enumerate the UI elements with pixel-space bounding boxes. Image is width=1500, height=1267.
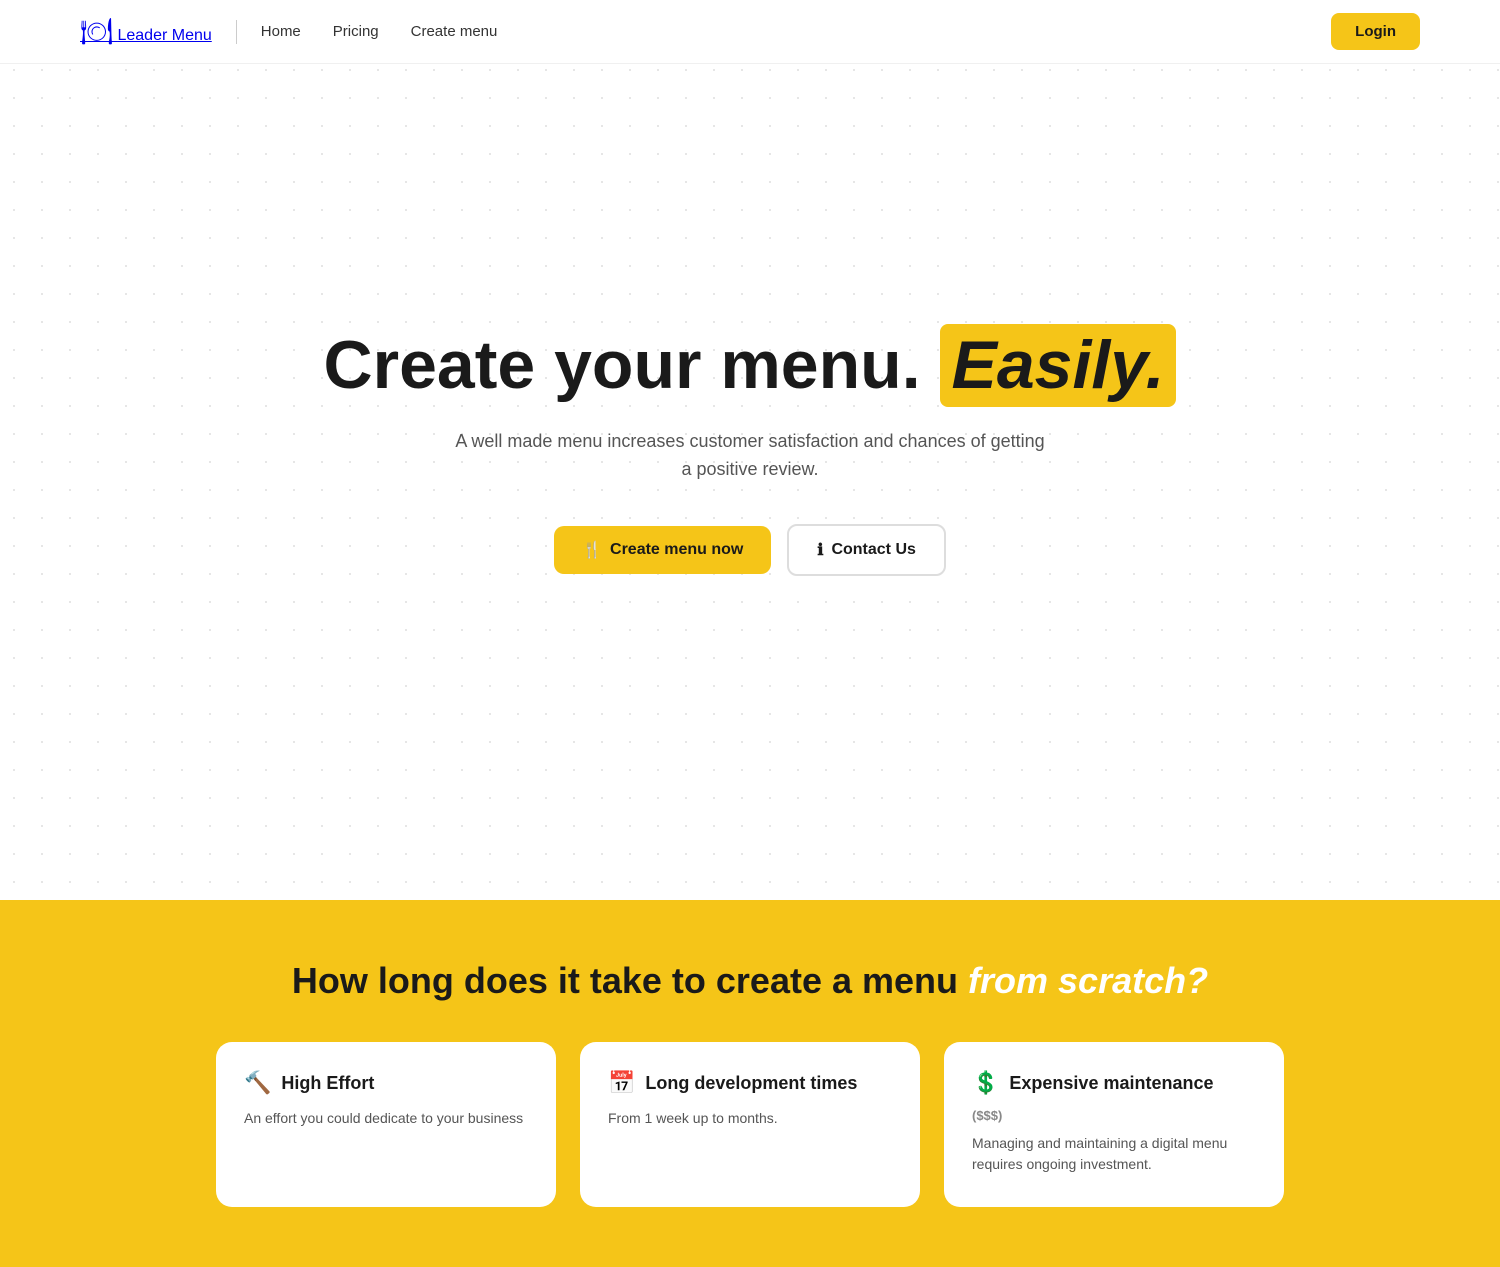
card-long-development-header: 📅 Long development times [608,1070,892,1096]
hero-section: Create your menu. Easily. A well made me… [0,0,1500,900]
create-menu-now-button[interactable]: 🍴 Create menu now [554,526,771,574]
expensive-maintenance-description: Managing and maintaining a digital menu … [972,1133,1256,1175]
long-development-icon: 📅 [608,1070,635,1096]
nav-divider [236,20,237,44]
yellow-title-highlight2: from scratch? [968,960,1208,1001]
long-development-description: From 1 week up to months. [608,1108,892,1129]
card-expensive-maintenance: 💲 Expensive maintenance ($$$) Managing a… [944,1042,1284,1207]
card-high-effort-header: 🔨 High Effort [244,1070,528,1096]
logo-text: Leader Menu [117,27,211,44]
expensive-maintenance-subtitle: ($$$) [972,1108,1256,1123]
nav-links: Home Pricing Create menu [261,23,1331,40]
hero-buttons: 🍴 Create menu now ℹ Contact Us [554,524,946,576]
nav-link-create-menu[interactable]: Create menu [411,23,498,40]
create-menu-icon: 🍴 [582,540,602,560]
high-effort-title: High Effort [281,1073,374,1094]
contact-us-label: Contact Us [831,541,915,559]
navbar: 🍽 Leader Menu Home Pricing Create menu L… [0,0,1500,64]
contact-us-icon: ℹ [817,540,823,560]
hero-title: Create your menu. Easily. [324,324,1177,407]
high-effort-description: An effort you could dedicate to your bus… [244,1108,528,1129]
create-menu-label: Create menu now [610,541,743,559]
yellow-section-title: How long does it take to create a menu f… [40,960,1460,1002]
cards-row: 🔨 High Effort An effort you could dedica… [200,1042,1300,1207]
nav-link-home[interactable]: Home [261,23,301,40]
hero-title-main: Create your menu. [324,327,921,403]
yellow-title-main: How long does it take to create a menu [292,960,958,1001]
card-high-effort: 🔨 High Effort An effort you could dedica… [216,1042,556,1207]
expensive-maintenance-title: Expensive maintenance [1009,1073,1213,1094]
high-effort-icon: 🔨 [244,1070,271,1096]
nav-link-pricing[interactable]: Pricing [333,23,379,40]
expensive-maintenance-icon: 💲 [972,1070,999,1096]
hero-title-highlight: Easily. [940,324,1177,407]
logo-icon: 🍽 [80,16,113,46]
long-development-title: Long development times [645,1073,857,1094]
hero-subtitle: A well made menu increases customer sati… [450,427,1050,485]
yellow-section: How long does it take to create a menu f… [0,900,1500,1267]
nav-logo[interactable]: 🍽 Leader Menu [80,16,212,47]
card-long-development: 📅 Long development times From 1 week up … [580,1042,920,1207]
login-button[interactable]: Login [1331,13,1420,50]
contact-us-button[interactable]: ℹ Contact Us [787,524,946,576]
card-expensive-maintenance-header: 💲 Expensive maintenance [972,1070,1256,1096]
